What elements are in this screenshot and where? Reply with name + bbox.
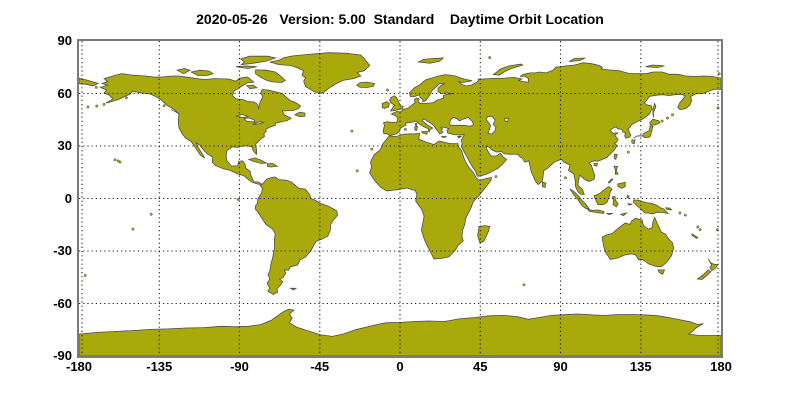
landmass-mindanao xyxy=(618,182,626,188)
landmass-cuba xyxy=(249,158,267,164)
small-island-dot xyxy=(150,213,152,215)
x-tick-label-45: 45 xyxy=(450,359,510,375)
landmass-ellesmere-island xyxy=(241,56,276,64)
x-tick-label--45: -45 xyxy=(290,359,350,375)
small-island-dot xyxy=(356,170,358,172)
y-tick-label--60: -60 xyxy=(18,296,72,312)
x-tick-label--135: -135 xyxy=(129,359,189,375)
landmass-luzon xyxy=(614,166,618,174)
landmass-australia xyxy=(602,217,674,266)
x-tick-label-0: 0 xyxy=(370,359,430,375)
landmass-hispaniola xyxy=(268,164,278,168)
small-island-dot xyxy=(119,161,121,163)
small-island-dot xyxy=(351,130,353,132)
landmass-tasmania xyxy=(658,270,664,274)
small-island-dot xyxy=(103,103,105,105)
small-island-dot xyxy=(132,228,134,230)
small-island-dot xyxy=(679,212,681,214)
small-island-dot xyxy=(666,117,668,119)
small-island-dot xyxy=(114,159,116,161)
landmass-victoria-island xyxy=(191,70,213,75)
small-island-dot xyxy=(697,226,699,228)
world-map-svg xyxy=(79,41,721,356)
x-tick-label-135: 135 xyxy=(611,359,671,375)
landmass-madagascar xyxy=(478,226,490,243)
x-tick-label--90: -90 xyxy=(210,359,270,375)
landmass-taiwan xyxy=(614,154,617,159)
landmass-falklands xyxy=(291,288,296,290)
landmass-new-guinea xyxy=(634,200,668,214)
lake-aral-sea xyxy=(505,118,509,122)
landmass-sri-lanka xyxy=(542,182,546,188)
landmass-banks-island xyxy=(177,69,190,74)
x-tick-label--180: -180 xyxy=(49,359,109,375)
x-tick-label-90: 90 xyxy=(531,359,591,375)
landmass-crete xyxy=(442,136,447,137)
landmass-halmahera xyxy=(627,195,629,198)
landmass-antarctica xyxy=(79,309,721,356)
landmass-novaya-zemlya xyxy=(493,64,522,75)
landmass-severnaya-zemlya xyxy=(569,58,585,62)
landmass-kyushu xyxy=(632,140,635,144)
small-island-dot xyxy=(564,177,566,179)
small-island-dot xyxy=(523,284,525,286)
landmass-borneo xyxy=(594,187,612,205)
landmass-new-caledonia xyxy=(692,234,698,238)
small-island-dot xyxy=(661,120,663,122)
landmass-new-zealand-north xyxy=(708,259,718,271)
y-tick-label-60: 60 xyxy=(18,86,72,102)
landmass-palawan xyxy=(608,179,613,183)
landmass-hokkaido xyxy=(650,119,660,125)
small-island-dot xyxy=(627,151,629,153)
landmass-ireland xyxy=(382,102,389,109)
small-island-dot xyxy=(95,86,97,88)
orbit-location-plot: { "title": "2020-05-26 Version: 5.00 Sta… xyxy=(0,0,800,400)
landmass-newfoundland xyxy=(295,112,305,116)
landmass-iceland xyxy=(357,82,375,87)
small-island-dot xyxy=(386,89,388,91)
small-island-dot xyxy=(495,175,497,177)
landmass-seram xyxy=(628,204,633,205)
small-island-dot xyxy=(718,73,720,75)
small-island-dot xyxy=(671,114,673,116)
landmass-honshu xyxy=(634,126,653,138)
plot-title: 2020-05-26 Version: 5.00 Standard Daytim… xyxy=(77,11,723,27)
landmass-north-america xyxy=(100,74,300,185)
small-island-dot xyxy=(163,105,165,107)
x-tick-label-180: 180 xyxy=(691,359,751,375)
landmass-java xyxy=(588,209,604,213)
small-island-dot xyxy=(87,106,89,108)
y-tick-label--30: -30 xyxy=(18,243,72,259)
landmass-great-britain xyxy=(390,96,404,111)
landmass-sakhalin xyxy=(653,104,656,118)
landmass-new-siberian-islands xyxy=(646,65,665,68)
small-island-dot xyxy=(684,214,686,216)
landmass-timor xyxy=(621,213,627,216)
landmass-sardinia xyxy=(415,126,418,130)
small-island-dot xyxy=(371,148,373,150)
landmass-corsica xyxy=(415,123,417,126)
y-tick-label-30: 30 xyxy=(18,138,72,154)
landmass-svalbard xyxy=(418,58,443,63)
small-island-dot xyxy=(96,105,98,107)
landmass-lesser-sunda xyxy=(607,213,613,214)
landmass-southampton-island xyxy=(247,85,257,89)
landmass-south-america xyxy=(255,177,337,294)
small-island-dot xyxy=(699,229,701,231)
small-island-dot xyxy=(125,97,127,99)
y-tick-label-0: 0 xyxy=(18,191,72,207)
small-island-dot xyxy=(489,56,491,58)
landmass-sulawesi xyxy=(612,196,618,207)
small-island-dot xyxy=(84,274,86,276)
plot-frame xyxy=(77,39,723,358)
landmass-baffin-island xyxy=(256,70,286,83)
landmass-new-zealand-south xyxy=(698,270,711,280)
landmass-sicily xyxy=(422,132,427,135)
y-tick-label-90: 90 xyxy=(18,33,72,49)
small-island-dot xyxy=(404,128,406,130)
landmass-hainan xyxy=(594,164,598,167)
landmass-new-britain xyxy=(666,208,672,210)
landmass-cyprus xyxy=(458,136,462,138)
